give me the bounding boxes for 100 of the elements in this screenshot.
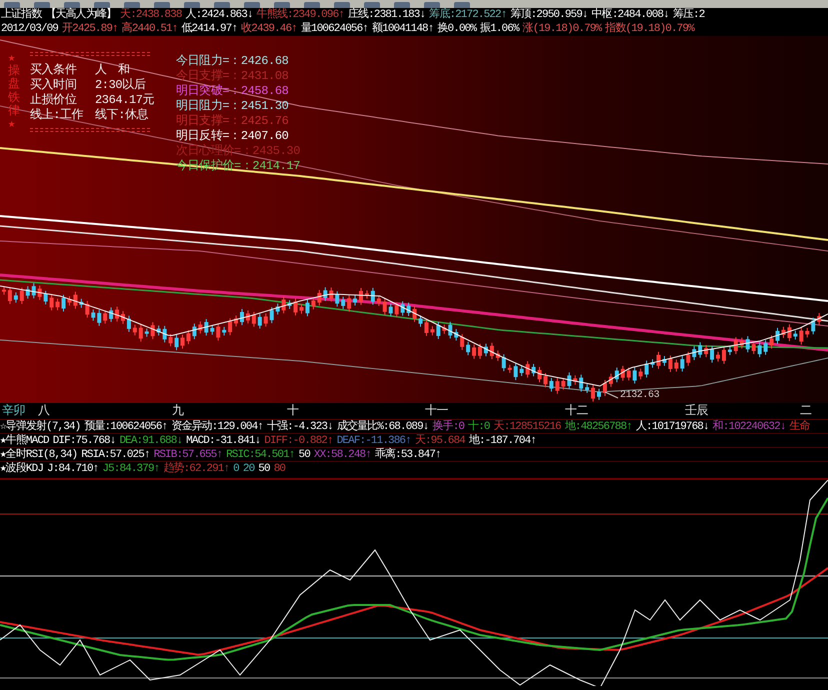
candlestick — [406, 302, 411, 316]
indicator-text: 乖离:53.847↑ — [374, 448, 441, 462]
price-level-text: 明日阻力=：2451.30 — [176, 98, 290, 112]
toolbar-icon[interactable] — [214, 2, 230, 8]
candlestick — [722, 346, 726, 364]
indicator-text: 牛熊线:2349.096↑ — [256, 8, 344, 22]
candlestick — [626, 367, 631, 381]
candlestick — [496, 350, 500, 362]
candlestick — [638, 368, 643, 380]
toolbar-icon[interactable] — [154, 2, 170, 8]
candlestick — [138, 324, 143, 342]
candlestick — [608, 373, 613, 388]
candlestick — [740, 337, 744, 349]
indicator-text: 涨(19.18)0.79% — [522, 22, 602, 36]
indicator-text: RSIA:57.025↑ — [81, 448, 150, 462]
indicator-text: 预量:100624056↑ — [84, 420, 168, 434]
indicator-text: DIFF:-0.882↑ — [264, 434, 333, 448]
candlestick — [62, 294, 66, 312]
axis-label: 十一 — [425, 404, 448, 418]
indicator-text: J5:84.379↑ — [102, 462, 160, 476]
toolbar-icon[interactable] — [64, 2, 80, 8]
candlestick — [222, 326, 226, 336]
toolbar-icon[interactable] — [454, 2, 470, 8]
indicator-text: 收2439.46↑ — [241, 22, 297, 36]
candlestick — [710, 346, 714, 364]
candlestick — [502, 354, 506, 372]
candlestick — [412, 306, 417, 322]
candlestick — [364, 290, 369, 300]
candlestick — [793, 330, 798, 340]
indicator-text: 地:48256788↑ — [564, 420, 632, 434]
candlestick — [204, 318, 208, 336]
candlestick — [14, 292, 18, 304]
candlestick — [472, 344, 476, 360]
candlestick — [805, 327, 810, 338]
toolbar-icon[interactable] — [304, 2, 320, 8]
candlestick — [288, 300, 292, 310]
candlestick — [734, 336, 738, 355]
strategy-label: 线上:工作 — [30, 106, 84, 124]
toolbar-icon[interactable] — [34, 2, 50, 8]
toolbar-icon[interactable] — [94, 2, 110, 8]
candlestick — [490, 342, 494, 360]
candlestick — [300, 304, 304, 314]
indicator-text: 筹压:2 — [672, 8, 704, 22]
indicator-text: 换0.00% — [437, 22, 476, 36]
candlestick — [614, 367, 619, 383]
candlestick — [240, 308, 244, 326]
candlestick — [662, 356, 666, 366]
candlestick — [20, 287, 24, 304]
toolbar-icon[interactable] — [274, 2, 290, 8]
candlestick — [787, 324, 792, 342]
candlestick — [508, 364, 512, 374]
indicator-text: 80 — [274, 462, 286, 476]
candlestick — [561, 377, 566, 390]
toolbar-icon[interactable] — [394, 2, 410, 8]
candlestick — [674, 359, 678, 372]
indicator-text: 和:102240632↓ — [712, 420, 786, 434]
candlestick — [210, 324, 214, 336]
indicator-text: DEA:91.688↓ — [119, 434, 182, 448]
candlestick — [656, 351, 660, 370]
candlestick — [150, 322, 155, 340]
toolbar-icon[interactable] — [364, 2, 380, 8]
candlestick — [370, 287, 375, 306]
indicator-text: 换手:0 — [432, 420, 464, 434]
candlestick — [252, 311, 256, 328]
candlestick — [579, 374, 584, 392]
candlestick — [282, 296, 286, 314]
indicator-text: 额10041148↑ — [372, 22, 434, 36]
toolbar-icon[interactable] — [184, 2, 200, 8]
candlestick — [567, 372, 572, 390]
indicator-text: 量100624056↑ — [300, 22, 368, 36]
toolbar-icon[interactable] — [4, 2, 20, 8]
strategy-value: 2364.17元 — [95, 92, 154, 108]
candlestick — [460, 334, 464, 350]
candlestick — [543, 372, 548, 388]
toolbar-icon[interactable] — [124, 2, 140, 8]
candlestick — [632, 366, 637, 384]
candlestick — [752, 340, 756, 354]
toolbar-icon[interactable] — [244, 2, 260, 8]
axis-label: 八 — [38, 404, 50, 418]
price-level-text: 明日支撑=：2425.76 — [176, 113, 290, 127]
toolbar-icon[interactable] — [424, 2, 440, 8]
candlestick — [400, 300, 405, 316]
candlestick — [258, 313, 262, 330]
candlestick — [73, 291, 78, 310]
toolbar-icon[interactable] — [334, 2, 350, 8]
candlestick — [109, 306, 114, 322]
candlestick — [323, 286, 328, 302]
candlestick — [466, 341, 470, 356]
price-level-text: 今日阻力=：2426.68 — [176, 53, 290, 67]
candlestick — [2, 286, 6, 296]
candlestick — [549, 377, 554, 392]
candlestick — [454, 328, 458, 342]
candlestick — [246, 310, 250, 324]
axis-label: 十 — [287, 404, 299, 418]
candlestick — [180, 334, 184, 350]
candlestick — [514, 362, 518, 381]
indicator-text: 趋势:62.291↑ — [163, 462, 230, 476]
candlestick — [44, 290, 48, 305]
indicator-text: 筹顶:2950.959↓ — [510, 8, 588, 22]
indicator-text: 成交量比%:68.089↓ — [336, 420, 429, 434]
